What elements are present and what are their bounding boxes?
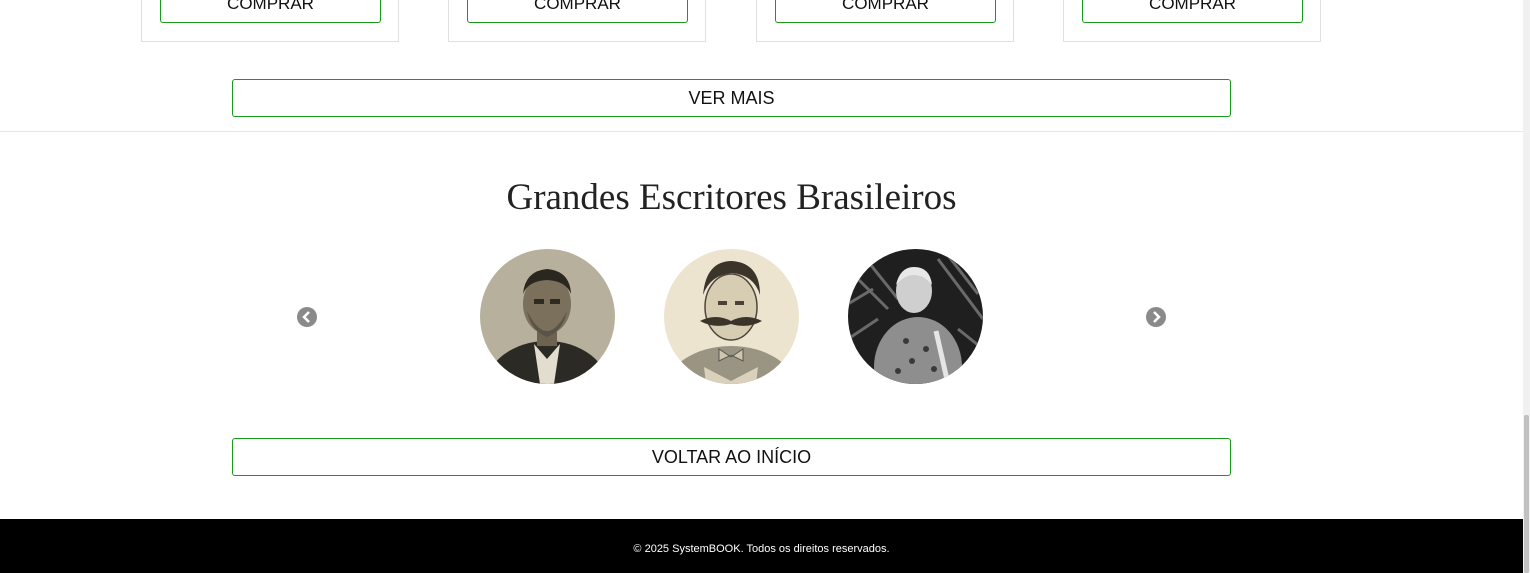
scrollbar[interactable] [1523, 0, 1530, 573]
back-to-top-button[interactable]: VOLTAR AO INÍCIO [232, 438, 1231, 476]
copyright-text: © 2025 SystemBOOK. Todos os direitos res… [633, 542, 890, 555]
product-card: COMPRAR [756, 0, 1014, 42]
buy-button[interactable]: COMPRAR [160, 0, 381, 23]
buy-button[interactable]: COMPRAR [775, 0, 996, 23]
footer: © 2025 SystemBOOK. Todos os direitos res… [0, 519, 1523, 573]
buy-button[interactable]: COMPRAR [1082, 0, 1303, 23]
product-card: COMPRAR [141, 0, 399, 42]
chevron-right-circle-icon[interactable] [1145, 306, 1167, 328]
writer-portrait[interactable] [480, 249, 615, 384]
product-card: COMPRAR [1063, 0, 1321, 42]
scrollbar-thumb[interactable] [1524, 415, 1529, 573]
product-card: COMPRAR [448, 0, 706, 42]
writer-portrait[interactable] [848, 249, 983, 384]
section-divider [0, 131, 1523, 132]
writer-portrait[interactable] [664, 249, 799, 384]
section-title: Grandes Escritores Brasileiros [506, 177, 957, 218]
chevron-left-circle-icon[interactable] [296, 306, 318, 328]
see-more-button[interactable]: VER MAIS [232, 79, 1231, 117]
buy-button[interactable]: COMPRAR [467, 0, 688, 23]
